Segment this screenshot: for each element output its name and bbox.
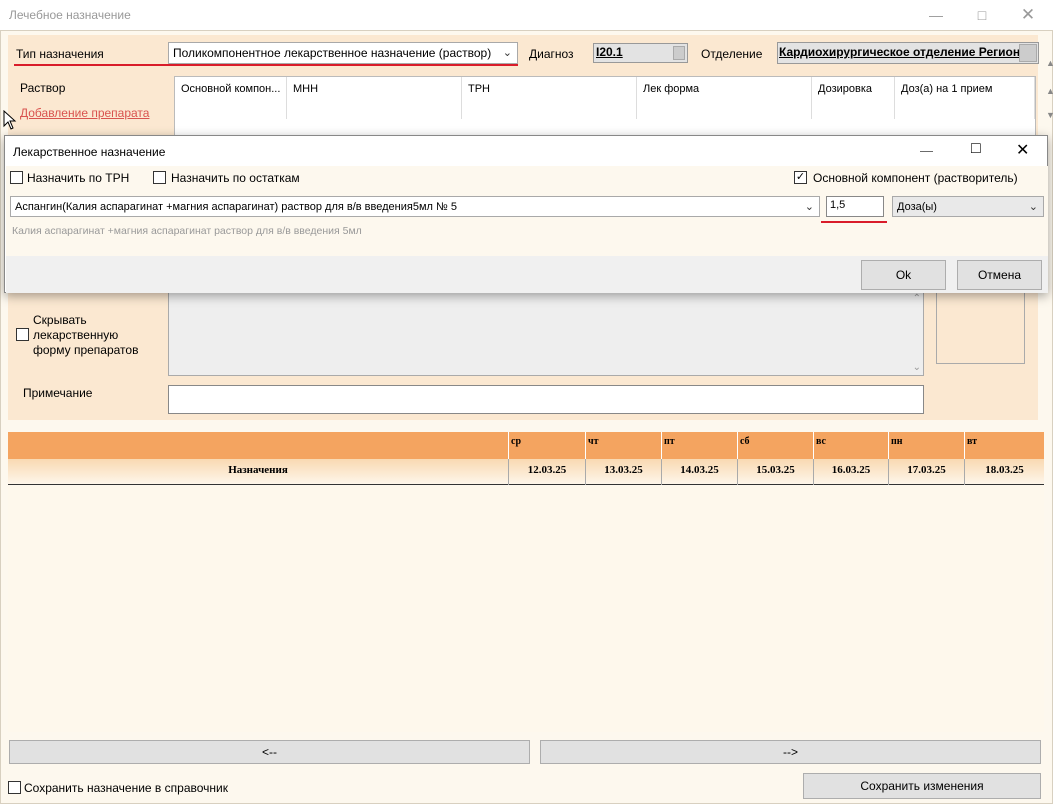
- department-value: Кардиохирургическое отделение Регион: [779, 45, 1021, 59]
- save-to-ref-label: Сохранить назначение в справочник: [24, 781, 228, 795]
- drug-dialog: Лекарственное назначение — □ ✕ Назначить…: [4, 135, 1048, 293]
- cancel-button[interactable]: Отмена: [957, 260, 1042, 290]
- save-changes-button[interactable]: Сохранить изменения: [803, 773, 1041, 799]
- diagnosis-label: Диагноз: [529, 47, 574, 61]
- scroll-up-icon[interactable]: ▲: [1046, 58, 1053, 68]
- dose-unit-value: Доза(ы): [897, 200, 937, 213]
- by-remains-checkbox[interactable]: [153, 171, 166, 184]
- lookup-button[interactable]: [673, 46, 685, 60]
- scroll-up-icon[interactable]: ⌃: [913, 293, 921, 304]
- type-underline: [14, 64, 518, 66]
- schedule-day: пт: [661, 432, 737, 459]
- minimize-icon[interactable]: —: [920, 143, 933, 158]
- chevron-down-icon: ⌄: [804, 201, 814, 213]
- dose-unit-select[interactable]: Доза(ы) ⌄: [892, 196, 1044, 217]
- dialog-footer: Ok Отмена: [6, 256, 1048, 293]
- schedule-day: вт: [964, 432, 1044, 459]
- ok-button[interactable]: Ok: [861, 260, 946, 290]
- department-field[interactable]: Кардиохирургическое отделение Регион: [777, 42, 1039, 64]
- grid-header-mnn[interactable]: МНН: [287, 77, 462, 119]
- maximize-icon[interactable]: □: [971, 140, 981, 158]
- type-select[interactable]: Поликомпонентное лекарственное назначени…: [168, 42, 518, 64]
- diagnosis-field[interactable]: I20.1: [593, 43, 688, 63]
- grid-header-main-component[interactable]: Основной компон...: [175, 77, 287, 119]
- grid-header-form[interactable]: Лек форма: [637, 77, 812, 119]
- solution-label: Раствор: [20, 81, 66, 95]
- schedule-date[interactable]: 18.03.25: [964, 459, 1044, 485]
- drug-select-value: Аспангин(Калия аспарагинат +магния аспар…: [15, 200, 457, 213]
- schedule-date[interactable]: 14.03.25: [661, 459, 737, 485]
- schedule-day: вс: [813, 432, 888, 459]
- department-label: Отделение: [701, 47, 763, 61]
- schedule-day: чт: [585, 432, 661, 459]
- main-component-label: Основной компонент (растворитель): [813, 171, 1018, 185]
- next-week-button[interactable]: -->: [540, 740, 1041, 764]
- maximize-icon[interactable]: □: [959, 0, 1005, 30]
- chevron-down-icon: ⌄: [502, 47, 512, 59]
- cursor-icon: [3, 109, 17, 133]
- main-component-checkbox[interactable]: ✓: [794, 171, 807, 184]
- by-remains-label: Назначить по остаткам: [171, 171, 300, 185]
- schedule-day: сб: [737, 432, 813, 459]
- schedule-date[interactable]: 15.03.25: [737, 459, 813, 485]
- grid-header-dosage[interactable]: Дозировка: [812, 77, 895, 119]
- hide-form-label: Скрывать лекарственную форму препаратов: [33, 313, 139, 357]
- side-box: [936, 288, 1025, 364]
- by-trn-label: Назначить по ТРН: [27, 171, 130, 185]
- scroll-up-icon[interactable]: ▲: [1046, 86, 1053, 96]
- add-drug-link[interactable]: Добавление препарата: [20, 106, 149, 120]
- schedule-date[interactable]: 17.03.25: [888, 459, 964, 485]
- schedule-date[interactable]: 16.03.25: [813, 459, 888, 485]
- minimize-icon[interactable]: —: [913, 0, 959, 30]
- window-title: Лечебное назначение: [9, 8, 131, 22]
- drug-grid: Основной компон... МНН ТРН Лек форма Доз…: [174, 76, 1036, 136]
- comment-area[interactable]: ⌃ ⌄: [168, 288, 924, 376]
- scroll-down-icon[interactable]: ⌄: [913, 362, 921, 373]
- grid-header-trn[interactable]: ТРН: [462, 77, 637, 119]
- dialog-title: Лекарственное назначение: [13, 145, 166, 159]
- type-select-value: Поликомпонентное лекарственное назначени…: [173, 46, 492, 60]
- schedule-body: [8, 486, 1044, 732]
- diagnosis-value: I20.1: [596, 45, 623, 59]
- save-to-ref-checkbox[interactable]: [8, 781, 21, 794]
- drug-select[interactable]: Аспангин(Калия аспарагинат +магния аспар…: [10, 196, 820, 217]
- grid-header-doses[interactable]: Доз(а) на 1 прием: [895, 77, 1035, 119]
- schedule-dates-row: Назначения 12.03.25 13.03.25 14.03.25 15…: [8, 459, 1044, 485]
- scroll-down-icon[interactable]: ▼: [1046, 110, 1053, 120]
- note-label: Примечание: [23, 386, 93, 400]
- schedule-date[interactable]: 13.03.25: [585, 459, 661, 485]
- note-input[interactable]: [168, 385, 924, 414]
- prev-week-button[interactable]: <--: [9, 740, 530, 764]
- close-icon[interactable]: ✕: [1005, 0, 1051, 30]
- schedule-day: ср: [508, 432, 585, 459]
- hide-form-checkbox[interactable]: [16, 328, 29, 341]
- type-label: Тип назначения: [16, 47, 104, 61]
- dose-input[interactable]: 1,5: [826, 196, 884, 217]
- dialog-body: Назначить по ТРН Назначить по остаткам ✓…: [6, 166, 1048, 256]
- close-icon[interactable]: ✕: [1016, 140, 1029, 160]
- schedule-header: ср чт пт сб вс пн вт: [8, 432, 1044, 459]
- lookup-button[interactable]: [1019, 44, 1037, 62]
- drug-hint: Калия аспарагинат +магния аспарагинат ра…: [12, 225, 362, 237]
- schedule-day: пн: [888, 432, 964, 459]
- main-titlebar: Лечебное назначение — □ ✕: [0, 0, 1053, 30]
- schedule-row-label: Назначения: [228, 464, 288, 476]
- by-trn-checkbox[interactable]: [10, 171, 23, 184]
- schedule-date[interactable]: 12.03.25: [508, 459, 585, 485]
- chevron-down-icon: ⌄: [1028, 201, 1038, 213]
- dose-underline: [821, 221, 887, 223]
